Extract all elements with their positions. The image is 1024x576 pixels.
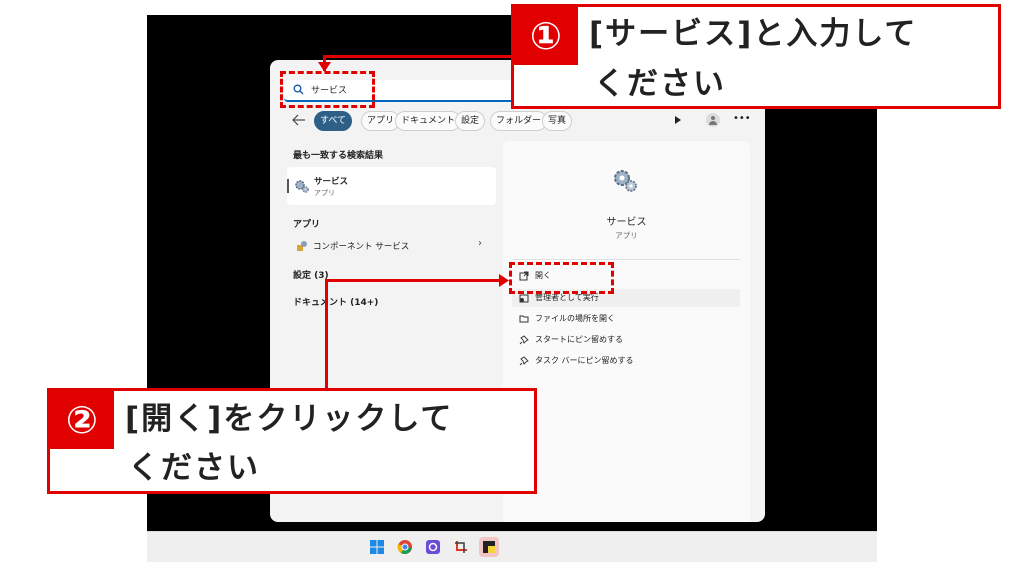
taskbar: [147, 531, 877, 562]
best-match-heading: 最も一致する検索結果: [293, 151, 384, 161]
highlight-open-action: [509, 262, 614, 294]
detail-pane: [503, 141, 750, 522]
folder-icon: [519, 315, 529, 322]
action-open-file-location[interactable]: ファイルの場所を開く: [519, 313, 615, 324]
step-2-text-line2: ください: [128, 450, 260, 486]
step-2-number: ②: [50, 391, 114, 449]
chrome-icon[interactable]: [395, 537, 415, 557]
back-arrow-icon[interactable]: [292, 114, 306, 126]
documents-heading[interactable]: ドキュメント (14+): [293, 295, 378, 308]
pin-icon: [519, 334, 529, 344]
more-options-icon[interactable]: •••: [733, 113, 751, 124]
apps-heading: アプリ: [293, 220, 321, 230]
step-1-text-line2: ください: [594, 66, 726, 102]
chevron-right-icon[interactable]: ›: [478, 238, 482, 249]
connector-line-2: [325, 279, 328, 391]
highlight-search-box: [280, 71, 375, 108]
snipping-tool-icon[interactable]: [451, 537, 471, 557]
tab-all[interactable]: すべて: [314, 111, 353, 131]
action-pin-to-start[interactable]: スタートにピン留めする: [519, 334, 623, 345]
step-1-number: ①: [514, 7, 578, 65]
app-list-item[interactable]: コンポーネント サービス ›: [290, 236, 495, 256]
component-services-icon: [297, 241, 307, 251]
best-match-item[interactable]: サービス アプリ: [287, 167, 496, 205]
connector-arrow-1: [318, 62, 331, 72]
services-gear-icon: [295, 180, 309, 193]
tab-photos[interactable]: 写真: [542, 111, 573, 131]
detail-subtitle: アプリ: [615, 231, 638, 240]
avatar[interactable]: [706, 113, 720, 127]
connector-line-1: [323, 55, 513, 58]
action-pin-to-taskbar[interactable]: タスク バーにピン留めする: [519, 355, 634, 366]
sticky-notes-icon[interactable]: [479, 537, 499, 557]
connector-line-2-horizontal: [325, 279, 500, 282]
connector-arrow-2: [499, 274, 509, 287]
action-pin-to-start-label: スタートにピン留めする: [535, 335, 623, 344]
tab-settings[interactable]: 設定: [455, 111, 486, 131]
windows-start-icon[interactable]: [367, 537, 387, 557]
app-icon[interactable]: [423, 537, 443, 557]
services-large-icon: [614, 170, 637, 192]
best-match-subtitle: アプリ: [314, 189, 335, 197]
step-1-text-line1: [サービス]と入力して: [589, 16, 918, 52]
action-open-file-location-label: ファイルの場所を開く: [535, 314, 615, 323]
tab-documents[interactable]: ドキュメント: [395, 111, 462, 131]
detail-title: サービス: [606, 217, 647, 228]
play-icon[interactable]: [674, 115, 682, 125]
action-pin-to-taskbar-label: タスク バーにピン留めする: [535, 356, 634, 365]
tab-folders[interactable]: フォルダー: [490, 111, 548, 131]
detail-divider: [512, 259, 740, 260]
best-match-title: サービス: [314, 177, 349, 187]
step-2-text-line1: [開く]をクリックして: [125, 401, 454, 437]
pin-icon: [519, 355, 529, 365]
app-item-label: コンポーネント サービス: [313, 242, 410, 252]
settings-heading[interactable]: 設定 (3): [293, 268, 329, 281]
admin-shield-icon: [519, 294, 529, 302]
